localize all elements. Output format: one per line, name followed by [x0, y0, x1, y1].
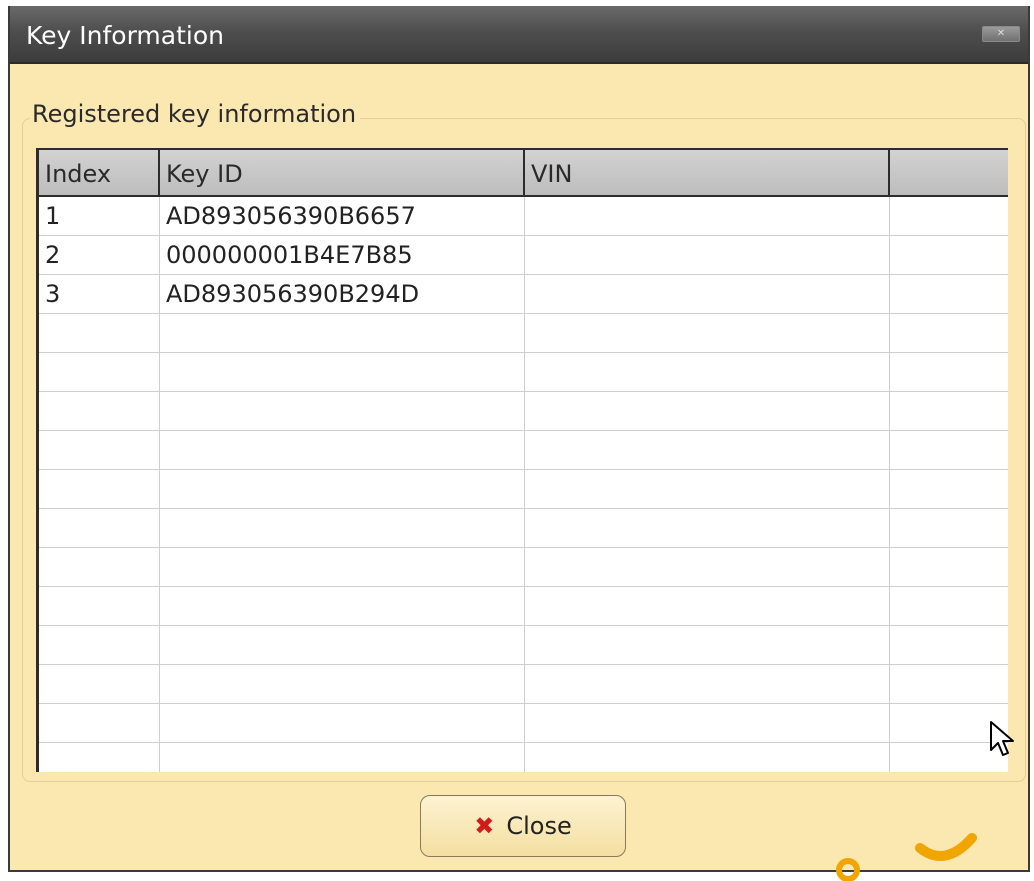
cell-vin — [525, 275, 890, 313]
cell-key-id — [160, 704, 525, 742]
cell-key-id — [160, 548, 525, 586]
table-body: 1 AD893056390B6657 2 000000001B4E7B85 3 AD893… — [39, 197, 1008, 772]
table-row[interactable] — [39, 626, 1008, 665]
cell-extra — [890, 470, 1008, 508]
cell-extra — [890, 353, 1008, 391]
cell-extra — [890, 665, 1008, 703]
cell-index — [39, 392, 160, 430]
cell-index — [39, 431, 160, 469]
cell-key-id — [160, 743, 525, 772]
close-icon: ✕ — [996, 28, 1006, 39]
cell-vin — [525, 665, 890, 703]
cell-extra — [890, 275, 1008, 313]
cell-index — [39, 626, 160, 664]
table-row[interactable] — [39, 431, 1008, 470]
cell-vin — [525, 431, 890, 469]
column-header-index[interactable]: Index — [39, 150, 160, 195]
cell-vin — [525, 314, 890, 352]
cell-vin — [525, 197, 890, 235]
watermark-logo-icon — [836, 833, 977, 881]
cell-index: 2 — [39, 236, 160, 274]
cell-key-id: AD893056390B294D — [160, 275, 525, 313]
mouse-pointer-icon — [990, 721, 1014, 756]
cell-key-id — [160, 353, 525, 391]
cell-index: 3 — [39, 275, 160, 313]
column-header-extra[interactable] — [890, 150, 1008, 195]
cell-index — [39, 587, 160, 625]
cell-index — [39, 548, 160, 586]
cell-extra — [890, 509, 1008, 547]
cell-key-id — [160, 626, 525, 664]
cell-index — [39, 314, 160, 352]
title-bar[interactable]: Key Information ✕ — [10, 6, 1028, 64]
table-row[interactable] — [39, 587, 1008, 626]
table-row[interactable]: 2 000000001B4E7B85 — [39, 236, 1008, 275]
column-header-key-id[interactable]: Key ID — [160, 150, 525, 195]
column-header-vin[interactable]: VIN — [525, 150, 890, 195]
table-header: Index Key ID VIN — [39, 150, 1008, 197]
groupbox-legend: Registered key information — [30, 96, 361, 132]
cell-vin — [525, 743, 890, 772]
cell-index — [39, 704, 160, 742]
table-row[interactable] — [39, 665, 1008, 704]
table-row[interactable] — [39, 392, 1008, 431]
cell-extra — [890, 197, 1008, 235]
key-information-window: Key Information ✕ Registered key informa… — [8, 6, 1030, 872]
cell-key-id: AD893056390B6657 — [160, 197, 525, 235]
cell-extra — [890, 626, 1008, 664]
cell-index — [39, 353, 160, 391]
cell-extra — [890, 431, 1008, 469]
table-row[interactable] — [39, 509, 1008, 548]
table-row[interactable] — [39, 704, 1008, 743]
cell-index — [39, 743, 160, 772]
cell-key-id: 000000001B4E7B85 — [160, 236, 525, 274]
cell-key-id — [160, 431, 525, 469]
table-row[interactable]: 1 AD893056390B6657 — [39, 197, 1008, 236]
table-row[interactable] — [39, 353, 1008, 392]
cell-vin — [525, 626, 890, 664]
cell-vin — [525, 392, 890, 430]
window-title: Key Information — [26, 21, 224, 50]
cell-key-id — [160, 509, 525, 547]
cell-extra — [890, 314, 1008, 352]
cell-vin — [525, 236, 890, 274]
table-row[interactable] — [39, 548, 1008, 587]
red-x-icon: ✖ — [474, 812, 495, 840]
cell-extra — [890, 548, 1008, 586]
cell-index — [39, 470, 160, 508]
cell-extra — [890, 392, 1008, 430]
key-table[interactable]: Index Key ID VIN 1 AD893056390B6657 2 00000… — [36, 148, 1008, 772]
cell-vin — [525, 587, 890, 625]
cell-extra — [890, 236, 1008, 274]
cell-key-id — [160, 665, 525, 703]
cell-extra — [890, 587, 1008, 625]
cell-key-id — [160, 392, 525, 430]
table-row[interactable]: 3 AD893056390B294D — [39, 275, 1008, 314]
cell-vin — [525, 470, 890, 508]
close-button-label: Close — [506, 812, 572, 840]
cell-vin — [525, 509, 890, 547]
window-close-button[interactable]: ✕ — [982, 26, 1020, 42]
cell-vin — [525, 548, 890, 586]
cell-key-id — [160, 470, 525, 508]
close-button[interactable]: ✖ Close — [420, 795, 626, 857]
table-row[interactable] — [39, 743, 1008, 772]
cell-index — [39, 665, 160, 703]
cell-key-id — [160, 314, 525, 352]
table-row[interactable] — [39, 470, 1008, 509]
table-row[interactable] — [39, 314, 1008, 353]
cell-vin — [525, 704, 890, 742]
cell-vin — [525, 353, 890, 391]
cell-index: 1 — [39, 197, 160, 235]
cell-index — [39, 509, 160, 547]
cell-key-id — [160, 587, 525, 625]
